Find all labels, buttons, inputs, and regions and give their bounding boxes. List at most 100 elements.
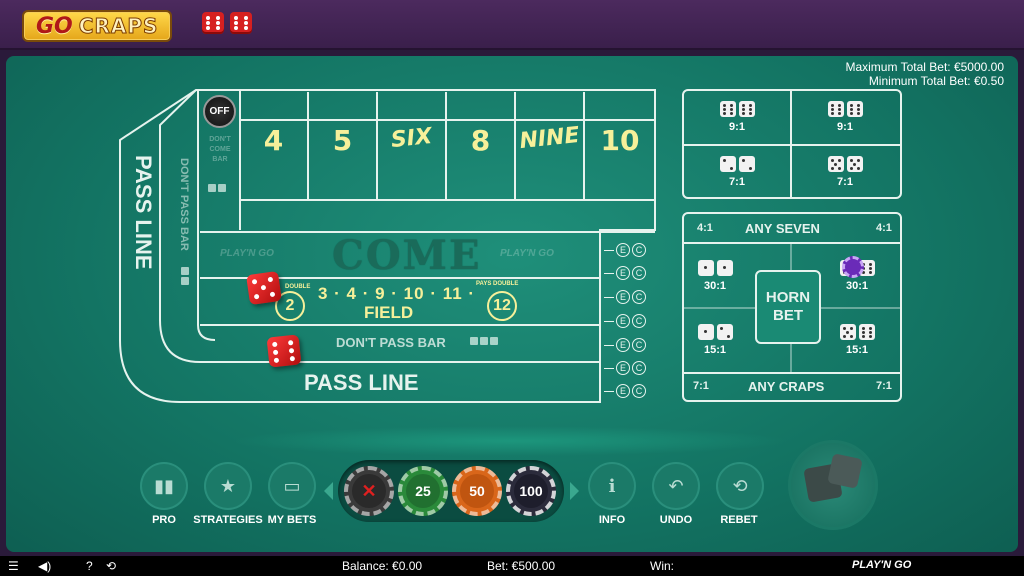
come-area[interactable]: COME <box>332 232 481 279</box>
my-bets-button[interactable]: ▭ <box>268 462 316 510</box>
field-12-circle: 12 <box>487 291 517 321</box>
die-icon <box>716 260 733 276</box>
point-box-10[interactable]: 10 <box>585 92 655 200</box>
point-number: 5 <box>332 124 353 157</box>
brand-logo: PLAY'N GO <box>852 559 912 571</box>
point-box-5[interactable]: 5 <box>309 92 378 200</box>
dice-icon <box>827 453 863 489</box>
table-glow <box>230 426 790 456</box>
clear-chip-button[interactable]: ✕ <box>344 466 394 516</box>
ec-e: E <box>616 361 630 375</box>
dont-pass-bar-label[interactable]: DON'T PASS BAR <box>336 335 446 350</box>
ec-bet[interactable]: EC <box>604 314 646 328</box>
rebet-label: REBET <box>720 514 758 526</box>
chip-value: 100 <box>514 474 548 508</box>
ec-c: C <box>632 384 646 398</box>
dont-come-bar-label: DON'T COME BAR <box>209 136 231 163</box>
ec-bet[interactable]: EC <box>604 290 646 304</box>
ec-bet[interactable]: EC <box>604 338 646 352</box>
field-double-text: DOUBLE <box>285 284 311 290</box>
any-seven-bet[interactable]: ANY SEVEN <box>745 221 820 236</box>
props-divider <box>682 372 902 374</box>
ec-e: E <box>616 243 630 257</box>
hard-10-bet[interactable]: 7:1 <box>790 145 900 199</box>
point-box-9[interactable]: NINE <box>516 92 585 200</box>
props-divider <box>682 242 902 244</box>
ec-e: E <box>616 314 630 328</box>
odds-label: 15:1 <box>703 344 727 356</box>
chip-50[interactable]: 50 <box>452 466 502 516</box>
yo-11-bet[interactable]: 15:1 <box>802 316 912 364</box>
craps-3-bet[interactable]: 15:1 <box>660 316 770 364</box>
odds-label: 30:1 <box>703 280 727 292</box>
ec-c: C <box>632 290 646 304</box>
chips-prev-icon[interactable] <box>324 482 333 500</box>
point-box-8[interactable]: 8 <box>447 92 516 200</box>
pass-line-label[interactable]: PASS LINE <box>304 370 419 396</box>
chip-100[interactable]: 100 <box>506 466 556 516</box>
strategies-button[interactable]: ★ <box>204 462 252 510</box>
odds-label: 15:1 <box>845 344 869 356</box>
my-bets-label: MY BETS <box>267 514 317 526</box>
ec-bet[interactable]: EC <box>604 266 646 280</box>
chips-next-icon[interactable] <box>570 482 579 500</box>
menu-icon[interactable]: ☰ <box>8 559 19 573</box>
status-bar: ☰ ◀) ? ⟲ Balance: €0.00 Bet: €500.00 Win… <box>0 556 1024 576</box>
any-seven-odds-left: 4:1 <box>697 222 713 234</box>
ec-c: C <box>632 266 646 280</box>
x-icon: ✕ <box>352 474 386 508</box>
die-icon <box>839 324 856 340</box>
ec-c: C <box>632 361 646 375</box>
rolled-die-icon <box>266 334 302 368</box>
come-logo-right: PLAY'N GO <box>500 248 554 259</box>
die-icon <box>738 156 755 172</box>
pro-button[interactable]: ▮▮ <box>140 462 188 510</box>
info-button[interactable]: i <box>588 462 636 510</box>
info-icon: i <box>608 475 616 497</box>
placed-chip[interactable] <box>842 256 864 278</box>
die-icon <box>846 101 863 117</box>
roll-dice-button[interactable] <box>788 440 878 530</box>
chip-value: 50 <box>460 474 494 508</box>
odds-label: 9:1 <box>729 121 745 133</box>
ec-bet[interactable]: EC <box>604 384 646 398</box>
ec-e: E <box>616 290 630 304</box>
any-craps-odds-right: 7:1 <box>876 380 892 392</box>
ec-c: C <box>632 314 646 328</box>
odds-label: 30:1 <box>845 280 869 292</box>
undo-button[interactable]: ↶ <box>652 462 700 510</box>
point-number: SIX <box>389 123 434 154</box>
die-icon <box>719 101 736 117</box>
hard-8-bet[interactable]: 9:1 <box>790 90 900 144</box>
any-seven-odds-right: 4:1 <box>876 222 892 234</box>
sound-icon[interactable]: ◀) <box>38 559 51 573</box>
dont-pass-bar-vertical[interactable]: DON'T PASS BAR <box>178 158 190 251</box>
odds-label: 7:1 <box>729 176 745 188</box>
money-icon: ▭ <box>283 475 301 496</box>
bar-chart-icon: ▮▮ <box>154 475 174 496</box>
chip-25[interactable]: 25 <box>398 466 448 516</box>
ec-bet[interactable]: EC <box>604 361 646 375</box>
field-label[interactable]: FIELD <box>364 303 413 323</box>
any-craps-bet[interactable]: ANY CRAPS <box>748 379 824 394</box>
die-icon <box>697 260 714 276</box>
ec-c: C <box>632 243 646 257</box>
balance-text: Balance: €0.00 <box>342 559 423 573</box>
point-number: 10 <box>600 124 640 157</box>
pass-line-vertical[interactable]: PASS LINE <box>130 155 156 270</box>
point-number: NINE <box>518 122 581 155</box>
die-icon <box>738 101 755 117</box>
ec-bet[interactable]: EC <box>604 243 646 257</box>
hard-6-bet[interactable]: 9:1 <box>682 90 792 144</box>
craps-2-bet[interactable]: 30:1 <box>660 252 770 300</box>
dont-come-dice-icon <box>208 184 226 192</box>
die-icon <box>858 324 875 340</box>
come-logo-left: PLAY'N GO <box>220 248 274 259</box>
die-icon <box>846 156 863 172</box>
hard-4-bet[interactable]: 7:1 <box>682 145 792 199</box>
point-box-4[interactable]: 4 <box>240 92 309 200</box>
history-icon[interactable]: ⟲ <box>106 559 116 573</box>
point-box-6[interactable]: SIX <box>378 92 447 200</box>
help-button[interactable]: ? <box>86 559 93 573</box>
rebet-button[interactable]: ⟲ <box>716 462 764 510</box>
